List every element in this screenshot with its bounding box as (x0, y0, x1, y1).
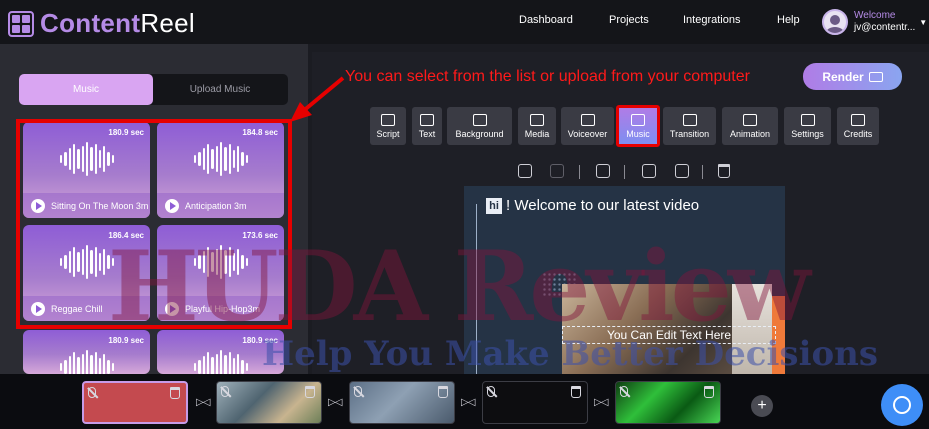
add-clip-button[interactable]: + (751, 395, 773, 417)
tool-credits[interactable]: Credits (837, 107, 879, 145)
divider (624, 165, 625, 179)
tool-transition[interactable]: Transition (663, 107, 716, 145)
trash-icon[interactable] (305, 386, 315, 398)
user-menu[interactable]: Welcome jv@contentr... ▼ (822, 9, 927, 35)
tool-label: Settings (791, 128, 824, 139)
nav-projects[interactable]: Projects (609, 14, 649, 26)
redo-icon[interactable] (550, 164, 564, 178)
tab-upload-music[interactable]: Upload Music (153, 74, 287, 105)
hi-badge: hi (486, 198, 502, 214)
trash-icon[interactable] (718, 164, 730, 178)
tool-label: Script (376, 128, 400, 139)
book-icon (381, 113, 395, 126)
tool-voiceover[interactable]: Voiceover (561, 107, 614, 145)
mic-muted-icon[interactable] (354, 386, 362, 397)
film-icon (868, 71, 883, 82)
layers-icon[interactable] (596, 164, 610, 178)
animation-icon (743, 113, 757, 126)
app-window: ContentReel Dashboard Projects Integrati… (0, 0, 929, 429)
tool-label: Music (626, 128, 650, 139)
timeline-clip[interactable] (482, 381, 588, 424)
gear-icon (800, 113, 815, 126)
logo-text-reel: Reel (140, 8, 195, 38)
tool-label: Voiceover (567, 128, 608, 139)
link-icon (682, 113, 697, 126)
text-icon (420, 113, 434, 126)
image-icon (472, 113, 487, 126)
music-icon (631, 113, 645, 126)
tool-label: Media (524, 128, 550, 139)
media-icon (530, 113, 544, 126)
chat-icon (893, 396, 911, 414)
move-down-icon[interactable] (642, 164, 656, 178)
voiceover-icon (580, 113, 595, 126)
transition-icon[interactable]: ▷◁ (196, 397, 210, 408)
transition-icon[interactable]: ▷◁ (594, 397, 608, 408)
nav-help[interactable]: Help (777, 14, 800, 26)
trash-icon[interactable] (571, 386, 581, 398)
user-email: jv@contentr... (854, 22, 916, 33)
trash-icon[interactable] (170, 387, 180, 399)
nav-integrations[interactable]: Integrations (683, 14, 740, 26)
chevron-down-icon: ▼ (919, 17, 928, 27)
waveform-icon (194, 350, 249, 374)
user-info: Welcome jv@contentr... (854, 10, 915, 34)
tool-label: Background (455, 128, 504, 139)
waveform-icon (60, 350, 115, 374)
tool-label: Credits (843, 128, 873, 139)
transition-icon[interactable]: ▷◁ (328, 397, 342, 408)
mic-muted-icon[interactable] (620, 386, 628, 397)
welcome-label: Welcome (854, 10, 896, 21)
tool-script[interactable]: Script (370, 107, 406, 145)
render-button[interactable]: Render (803, 63, 902, 90)
divider (702, 165, 703, 179)
tool-music[interactable]: Music (616, 105, 660, 147)
trash-icon[interactable] (438, 386, 448, 398)
logo-icon (8, 10, 34, 37)
annotation-text: You can select from the list or upload f… (345, 68, 750, 85)
music-source-toggle: Music Upload Music (19, 74, 288, 105)
mic-muted-icon[interactable] (88, 387, 96, 398)
tool-label: Animation (729, 128, 771, 139)
render-label: Render (822, 69, 864, 84)
timeline-clip[interactable] (349, 381, 455, 424)
tool-background[interactable]: Background (447, 107, 512, 145)
mic-muted-icon[interactable] (221, 386, 229, 397)
tool-label: Transition (669, 128, 710, 139)
timeline-clip[interactable] (216, 381, 322, 424)
logo[interactable]: ContentReel (8, 8, 195, 39)
tool-animation[interactable]: Animation (722, 107, 778, 145)
divider (579, 165, 580, 179)
tool-label: Text (418, 128, 436, 139)
watermark-tagline: Help You Make Better Decisions (262, 334, 879, 374)
tool-settings[interactable]: Settings (784, 107, 831, 145)
timeline-clip[interactable] (82, 381, 188, 424)
logo-text-content: Content (40, 8, 141, 38)
trash-icon[interactable] (704, 386, 714, 398)
logo-text: ContentReel (40, 8, 195, 39)
avatar (822, 9, 848, 35)
transition-icon[interactable]: ▷◁ (461, 397, 475, 408)
chat-support-button[interactable] (881, 384, 923, 426)
tool-media[interactable]: Media (518, 107, 556, 145)
watermark-title: HUDA Review (108, 230, 810, 343)
undo-icon[interactable] (518, 164, 532, 178)
mic-muted-icon[interactable] (487, 386, 495, 397)
move-up-icon[interactable] (675, 164, 689, 178)
top-navbar: ContentReel Dashboard Projects Integrati… (0, 0, 929, 44)
tool-text[interactable]: Text (412, 107, 442, 145)
preview-headline[interactable]: ! Welcome to our latest video (506, 197, 699, 214)
tab-music[interactable]: Music (19, 74, 153, 105)
credits-icon (851, 113, 865, 126)
nav-dashboard[interactable]: Dashboard (519, 14, 573, 26)
timeline-clip[interactable] (615, 381, 721, 424)
